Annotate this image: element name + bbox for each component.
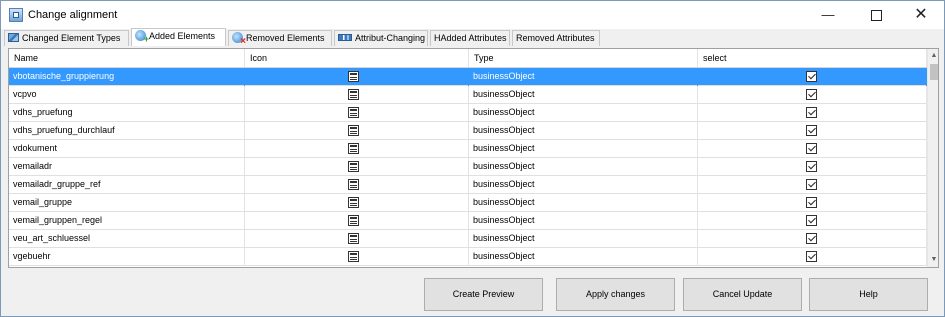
business-object-icon: [348, 251, 359, 262]
column-header-icon[interactable]: Icon: [245, 49, 469, 67]
column-header-select[interactable]: select: [698, 49, 927, 67]
table-row[interactable]: vemailadr businessObject: [9, 158, 927, 176]
select-checkbox[interactable]: [806, 197, 817, 208]
name-cell: vbotanische_gruppierung: [9, 68, 245, 86]
tab-attribut-changing[interactable]: Attribut-Changing: [334, 30, 428, 46]
maximize-icon: [870, 10, 882, 22]
type-cell: businessObject: [469, 158, 698, 176]
type-cell: businessObject: [469, 248, 698, 266]
business-object-icon: [348, 179, 359, 190]
scroll-down-arrow-icon[interactable]: ▼: [928, 253, 938, 267]
table-row[interactable]: veu_art_schluessel businessObject: [9, 230, 927, 248]
business-object-icon: [348, 71, 359, 82]
business-object-icon: [348, 197, 359, 208]
scrollbar-thumb[interactable]: [930, 64, 938, 80]
table-row[interactable]: vemail_gruppe businessObject: [9, 194, 927, 212]
select-checkbox[interactable]: [806, 107, 817, 118]
select-checkbox[interactable]: [806, 143, 817, 154]
table-row[interactable]: vgebuehr businessObject: [9, 248, 927, 266]
create-preview-button[interactable]: Create Preview: [424, 278, 543, 311]
type-cell: businessObject: [469, 104, 698, 122]
select-checkbox[interactable]: [806, 89, 817, 100]
business-object-icon: [348, 215, 359, 226]
select-checkbox[interactable]: [806, 215, 817, 226]
grid-header: Name Icon Type select: [9, 49, 927, 68]
table-row[interactable]: vdokument businessObject: [9, 140, 927, 158]
table-row[interactable]: vbotanische_gruppierung businessObject: [9, 68, 927, 86]
maximize-button[interactable]: [853, 1, 899, 29]
column-header-name[interactable]: Name: [9, 49, 245, 67]
select-checkbox[interactable]: [806, 179, 817, 190]
type-cell: businessObject: [469, 140, 698, 158]
name-cell: vemail_gruppe: [9, 194, 245, 212]
globe-remove-icon: [232, 32, 246, 46]
minimize-button[interactable]: —: [805, 1, 851, 29]
column-header-type[interactable]: Type: [469, 49, 698, 67]
tab-added-elements[interactable]: Added Elements: [131, 28, 226, 46]
table-row[interactable]: vemail_gruppen_regel businessObject: [9, 212, 927, 230]
type-cell: businessObject: [469, 86, 698, 104]
name-cell: vemailadr: [9, 158, 245, 176]
select-checkbox[interactable]: [806, 251, 817, 262]
type-cell: businessObject: [469, 122, 698, 140]
scroll-up-arrow-icon[interactable]: ▲: [928, 49, 938, 63]
select-checkbox[interactable]: [806, 233, 817, 244]
name-cell: veu_art_schluessel: [9, 230, 245, 248]
app-icon: [9, 8, 23, 22]
select-checkbox[interactable]: [806, 125, 817, 136]
name-cell: vemail_gruppen_regel: [9, 212, 245, 230]
attribute-icon: [338, 34, 352, 42]
window-title: Change alignment: [28, 9, 118, 21]
help-button[interactable]: Help: [809, 278, 928, 311]
added-elements-grid: Name Icon Type select vbotanische_gruppi…: [8, 48, 939, 268]
name-cell: vcpvo: [9, 86, 245, 104]
table-row[interactable]: vcpvo businessObject: [9, 86, 927, 104]
table-row[interactable]: vdhs_pruefung_durchlauf businessObject: [9, 122, 927, 140]
title-bar: Change alignment — ✕: [1, 1, 944, 29]
name-cell: vgebuehr: [9, 248, 245, 266]
select-checkbox[interactable]: [806, 71, 817, 82]
business-object-icon: [348, 143, 359, 154]
tab-hadded-attributes[interactable]: HAdded Attributes: [430, 30, 510, 46]
change-alignment-window: Change alignment — ✕ Changed Element Typ…: [0, 0, 945, 317]
name-cell: vdokument: [9, 140, 245, 158]
tab-changed-element-types[interactable]: Changed Element Types: [4, 30, 129, 46]
business-object-icon: [348, 125, 359, 136]
business-object-icon: [348, 89, 359, 100]
element-types-icon: [8, 33, 19, 43]
vertical-scrollbar[interactable]: ▲ ▼: [927, 49, 938, 267]
apply-changes-button[interactable]: Apply changes: [556, 278, 675, 311]
cancel-update-button[interactable]: Cancel Update: [683, 278, 802, 311]
table-row[interactable]: vdhs_pruefung businessObject: [9, 104, 927, 122]
name-cell: vdhs_pruefung_durchlauf: [9, 122, 245, 140]
table-row[interactable]: vemailadr_gruppe_ref businessObject: [9, 176, 927, 194]
close-button[interactable]: ✕: [898, 1, 944, 29]
type-cell: businessObject: [469, 68, 698, 86]
type-cell: businessObject: [469, 194, 698, 212]
business-object-icon: [348, 233, 359, 244]
type-cell: businessObject: [469, 212, 698, 230]
name-cell: vemailadr_gruppe_ref: [9, 176, 245, 194]
name-cell: vdhs_pruefung: [9, 104, 245, 122]
tab-removed-attributes[interactable]: Removed Attributes: [512, 30, 600, 46]
type-cell: businessObject: [469, 176, 698, 194]
globe-add-icon: [135, 30, 149, 44]
business-object-icon: [348, 161, 359, 172]
business-object-icon: [348, 107, 359, 118]
select-checkbox[interactable]: [806, 161, 817, 172]
tab-removed-elements[interactable]: Removed Elements: [228, 30, 332, 46]
type-cell: businessObject: [469, 230, 698, 248]
